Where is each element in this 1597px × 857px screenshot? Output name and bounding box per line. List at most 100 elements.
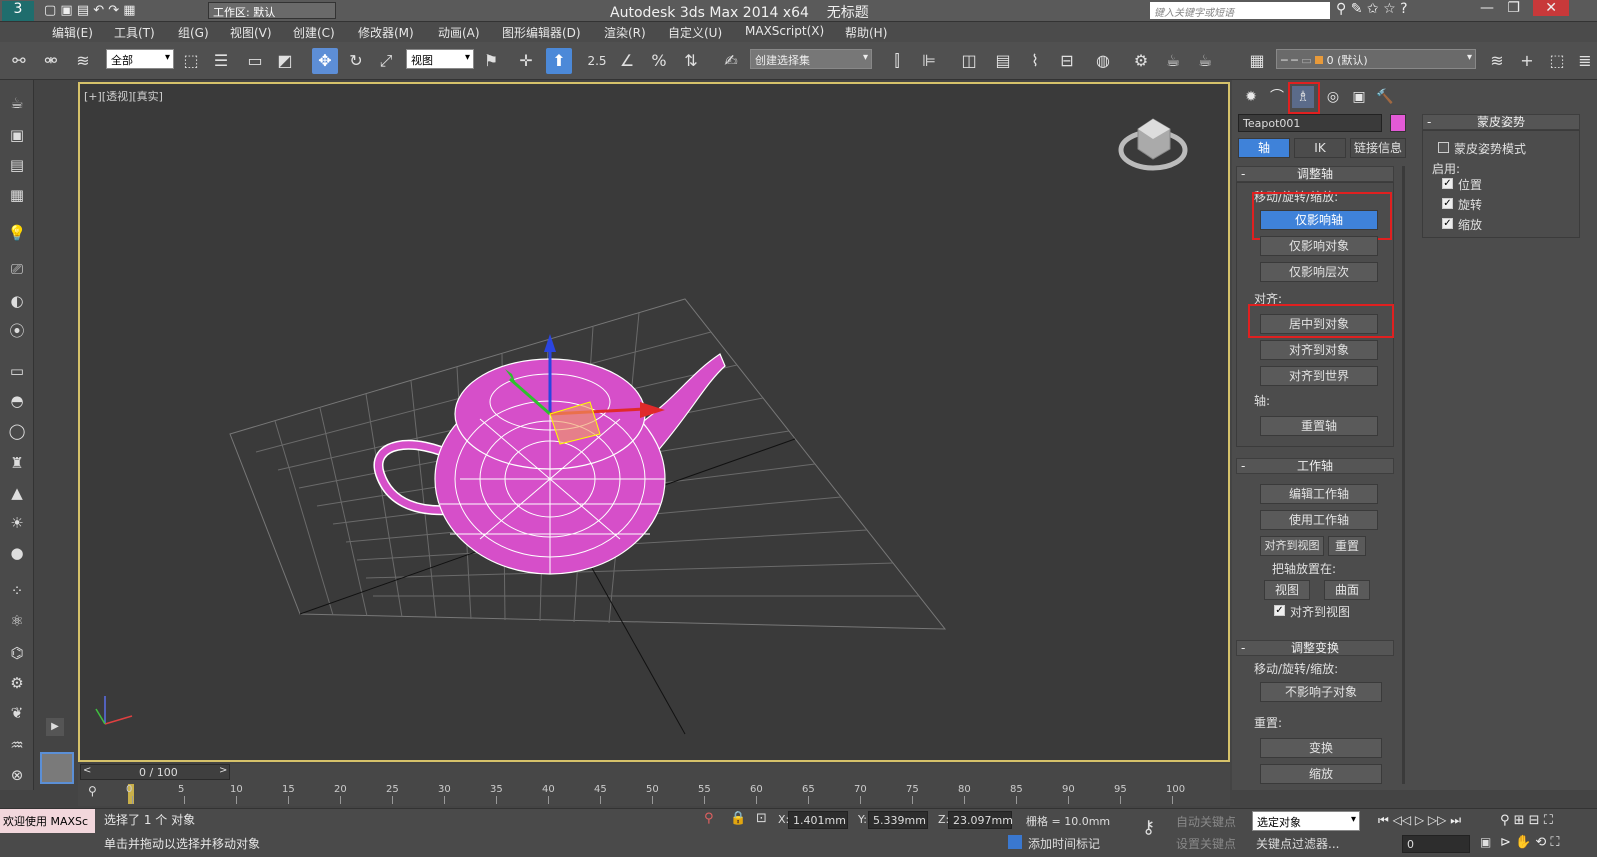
modify-tab-icon[interactable]: ⌒ xyxy=(1266,86,1288,108)
window-crossing-icon[interactable]: ◩ xyxy=(272,48,298,74)
link-icon[interactable]: ⚯ xyxy=(6,48,32,74)
material-editor-icon[interactable]: ◍ xyxy=(1090,48,1116,74)
adjust-transform-rollout[interactable]: - 调整变换 xyxy=(1236,640,1394,656)
select-in-layer-icon[interactable]: ⬚ xyxy=(1544,48,1570,74)
cone-icon[interactable]: ▲ xyxy=(5,482,29,504)
x-coord-field[interactable]: 1.401mm xyxy=(788,811,848,829)
skin-pose-rollout[interactable]: - 蒙皮姿势 xyxy=(1422,114,1580,130)
edit-working-pivot-button[interactable]: 编辑工作轴 xyxy=(1260,484,1378,504)
scene-explorer-icon[interactable]: ▤ xyxy=(5,154,29,176)
helper-icon[interactable]: ◐ xyxy=(5,290,29,312)
mesh-icon[interactable]: ⌬ xyxy=(5,642,29,664)
molecule-icon[interactable]: ⚛ xyxy=(5,610,29,632)
timeline-config-icon[interactable]: ⚲ xyxy=(88,784,97,798)
dont-affect-children-button[interactable]: 不影响子对象 xyxy=(1260,682,1382,702)
place-surface-button[interactable]: 曲面 xyxy=(1324,580,1370,600)
layer-props-icon[interactable]: ≣ xyxy=(1572,48,1597,74)
affect-hierarchy-only-button[interactable]: 仅影响层次 xyxy=(1260,262,1378,282)
manipulate-icon[interactable]: ✛ xyxy=(513,48,539,74)
viewport-nav-controls[interactable]: ⚲ ⊞ ⊟ ⛶ xyxy=(1500,813,1553,828)
menu-graph-editors[interactable]: 图形编辑器(D) xyxy=(502,24,581,41)
menu-help[interactable]: 帮助(H) xyxy=(845,24,887,41)
keyboard-shortcut-icon[interactable]: ⬆ xyxy=(546,48,572,74)
set-key-button[interactable]: 设置关键点 xyxy=(1176,835,1236,852)
utilities-tab-icon[interactable]: 🔨 xyxy=(1374,86,1396,108)
create-tab-icon[interactable]: ✹ xyxy=(1240,86,1262,108)
menu-maxscript[interactable]: MAXScript(X) xyxy=(745,24,824,38)
mini-listener-thumbnail[interactable] xyxy=(40,752,74,784)
add-time-tag[interactable]: 添加时间标记 xyxy=(1028,835,1100,852)
bowl-icon[interactable]: ♜ xyxy=(5,452,29,474)
menu-create[interactable]: 创建(C) xyxy=(293,24,335,41)
object-name-field[interactable]: Teapot001 xyxy=(1238,114,1382,132)
sphere-icon[interactable]: ◯ xyxy=(5,420,29,442)
working-pivot-rollout[interactable]: - 工作轴 xyxy=(1236,458,1394,474)
hair-icon[interactable]: ♒ xyxy=(5,734,29,756)
reset-scale-button[interactable]: 缩放 xyxy=(1260,764,1382,784)
film-icon[interactable]: ⦿ xyxy=(5,320,29,342)
ref-coord-dropdown[interactable]: 视图 xyxy=(406,49,474,69)
dome-icon[interactable]: ◓ xyxy=(5,390,29,412)
menu-tools[interactable]: 工具(T) xyxy=(114,24,155,41)
select-rotate-icon[interactable]: ↻ xyxy=(343,48,369,74)
curve-editor-icon[interactable]: ⌇ xyxy=(1022,48,1048,74)
ball-icon[interactable]: ● xyxy=(5,542,29,564)
rect-selection-icon[interactable]: ▭ xyxy=(242,48,268,74)
time-config-icon[interactable]: ▣ xyxy=(1480,835,1491,849)
chain-icon[interactable]: ⊗ xyxy=(5,764,29,786)
plant-icon[interactable]: ❦ xyxy=(5,702,29,724)
schematic-view-icon[interactable]: ⊟ xyxy=(1054,48,1080,74)
next-frame-icon[interactable]: > xyxy=(219,765,227,776)
time-slider[interactable]: < 0 / 100 > xyxy=(80,764,230,780)
edit-named-sel-icon[interactable]: ✍ xyxy=(718,48,744,74)
menu-rendering[interactable]: 渲染(R) xyxy=(604,24,646,41)
snap-toggle-icon[interactable]: 2.5 xyxy=(584,48,610,74)
menu-customize[interactable]: 自定义(U) xyxy=(668,24,722,41)
reset-transform-button[interactable]: 变换 xyxy=(1260,738,1382,758)
affect-object-only-button[interactable]: 仅影响对象 xyxy=(1260,236,1378,256)
align-icon[interactable]: ⊫ xyxy=(916,48,942,74)
time-tag-icon[interactable] xyxy=(1008,835,1022,849)
menu-animation[interactable]: 动画(A) xyxy=(438,24,480,41)
menu-view[interactable]: 视图(V) xyxy=(230,24,272,41)
rotation-checkbox[interactable]: ✓ xyxy=(1442,198,1453,209)
lock-icon[interactable]: 🔒 xyxy=(730,811,746,826)
z-coord-field[interactable]: 23.097mm xyxy=(948,811,1013,829)
tab-pivot[interactable]: 轴 xyxy=(1238,138,1290,158)
display-tab-icon[interactable]: ▣ xyxy=(1348,86,1370,108)
window-controls[interactable]: — ❐ ✕ xyxy=(1480,0,1569,16)
tab-ik[interactable]: IK xyxy=(1294,138,1346,158)
grid-icon[interactable]: ▦ xyxy=(5,184,29,206)
isolate-icon[interactable]: ⚲ xyxy=(704,811,714,826)
align-to-view-button[interactable]: 对齐到视图 xyxy=(1260,536,1324,556)
set-key-icon[interactable]: ⚷ xyxy=(1142,817,1155,838)
help-tools-icons[interactable]: ⚲ ✎ ✩ ☆ ? xyxy=(1336,1,1408,17)
render-setup-icon[interactable]: ⚙ xyxy=(1128,48,1154,74)
sun-icon[interactable]: ☀ xyxy=(5,512,29,534)
viewport-nav-controls-2[interactable]: ⊳ ✋ ⟲ ⛶ xyxy=(1500,835,1559,850)
prev-frame-icon[interactable]: < xyxy=(83,765,91,776)
menu-edit[interactable]: 编辑(E) xyxy=(52,24,93,41)
playback-controls[interactable]: ⏮ ◁◁ ▷ ▷▷ ⏭ xyxy=(1378,813,1461,828)
search-input[interactable]: 键入关键字或短语 xyxy=(1150,2,1330,19)
app-logo-icon[interactable]: 3 xyxy=(2,1,34,21)
absolute-mode-icon[interactable]: ⊡ xyxy=(756,811,767,826)
object-color-swatch[interactable] xyxy=(1390,114,1406,132)
select-object-icon[interactable]: ⬚ xyxy=(178,48,204,74)
align-to-world-button[interactable]: 对齐到世界 xyxy=(1260,366,1378,386)
quick-access-icons[interactable]: ▢ ▣ ▤ ↶ ↷ ▦ xyxy=(44,3,136,18)
particles-icon[interactable]: ⁘ xyxy=(5,580,29,602)
panel-scrollbar[interactable] xyxy=(1402,166,1405,784)
select-by-name-icon[interactable]: ☰ xyxy=(208,48,234,74)
position-checkbox[interactable]: ✓ xyxy=(1442,178,1453,189)
place-view-button[interactable]: 视图 xyxy=(1264,580,1310,600)
bind-space-warp-icon[interactable]: ≋ xyxy=(70,48,96,74)
percent-snap-icon[interactable]: % xyxy=(646,48,672,74)
adjust-pivot-rollout[interactable]: - 调整轴 xyxy=(1236,166,1394,182)
motion-tab-icon[interactable]: ◎ xyxy=(1322,86,1344,108)
light-icon[interactable]: 💡 xyxy=(5,222,29,244)
menu-group[interactable]: 组(G) xyxy=(178,24,209,41)
unlink-icon[interactable]: ⚮ xyxy=(38,48,64,74)
render-icon[interactable]: ▣ xyxy=(5,124,29,146)
scale-checkbox[interactable]: ✓ xyxy=(1442,218,1453,229)
